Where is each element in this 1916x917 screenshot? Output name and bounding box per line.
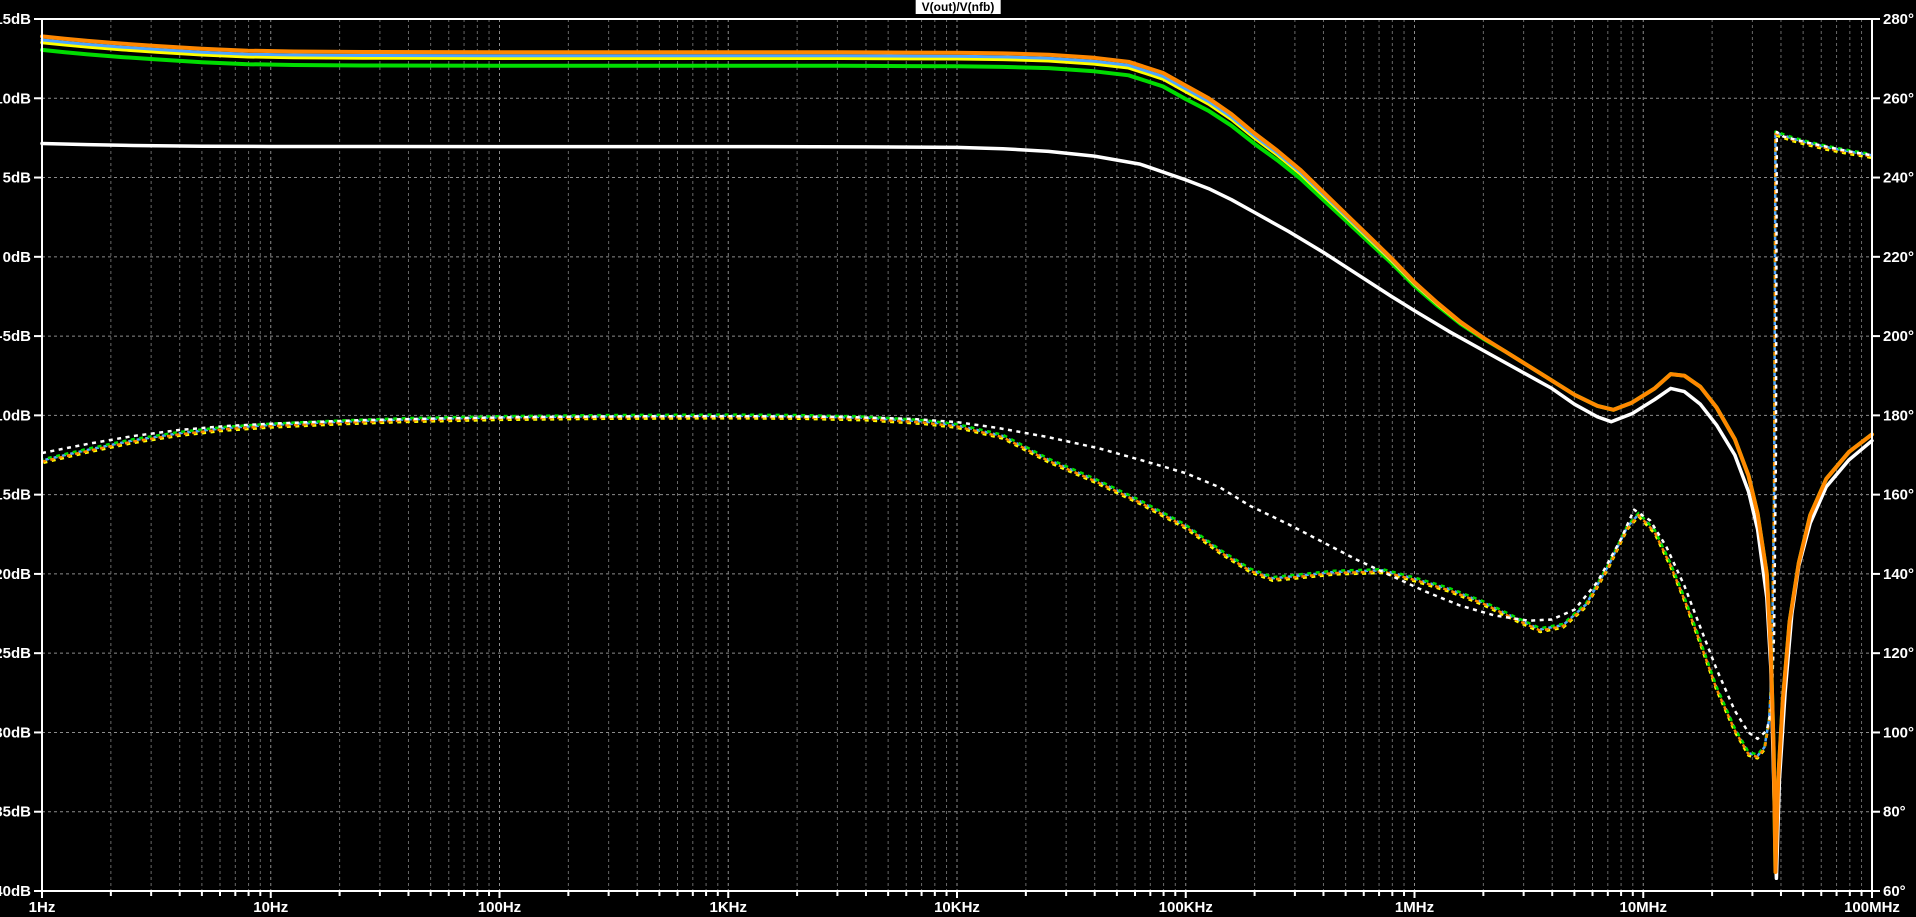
- y-left-label: 10dB: [0, 90, 31, 107]
- y-right-label: 260°: [1883, 90, 1914, 107]
- y-right-label: 180°: [1883, 407, 1914, 424]
- y-right-label: 80°: [1883, 804, 1906, 821]
- y-left-label: -25dB: [0, 645, 31, 662]
- x-axis-label: 100MHz: [1844, 899, 1900, 916]
- bode-plot: 15dB 10dB 5dB 0dB -5dB -10dB -15dB -20dB -25dB -3…: [0, 0, 1916, 917]
- y-right-label: 140°: [1883, 566, 1914, 583]
- pane-title[interactable]: V(out)/V(nfb): [915, 0, 1001, 14]
- y-right-label: 160°: [1883, 487, 1914, 504]
- y-right-label: 240°: [1883, 170, 1914, 187]
- y-right-label: 200°: [1883, 328, 1914, 345]
- y-right-label: 280°: [1883, 11, 1914, 28]
- y-left-label: 0dB: [3, 249, 32, 266]
- x-axis-label: 10KHz: [934, 899, 980, 916]
- y-right-label: 100°: [1883, 724, 1914, 741]
- y-left-label: -10dB: [0, 407, 31, 424]
- y-left-label: -30dB: [0, 724, 31, 741]
- x-axis-label: 100Hz: [478, 899, 521, 916]
- y-left-label: -15dB: [0, 487, 31, 504]
- y-left-label: 15dB: [0, 11, 31, 28]
- x-axis-label: 1KHz: [709, 899, 747, 916]
- y-left-label: -5dB: [0, 328, 31, 345]
- x-axis-label: 10MHz: [1619, 899, 1667, 916]
- waveform-viewer-pane: V(out)/V(nfb) 15dB 10dB 5dB 0dB -5dB -10dB -15…: [0, 0, 1916, 917]
- x-axis-label: 10Hz: [253, 899, 288, 916]
- y-right-label: 60°: [1883, 883, 1906, 900]
- y-right-label: 220°: [1883, 249, 1914, 266]
- x-axis-label: 1MHz: [1395, 899, 1434, 916]
- y-right-label: 120°: [1883, 645, 1914, 662]
- y-left-label: 5dB: [3, 170, 32, 187]
- plot-background: [0, 0, 1916, 917]
- y-left-label: -20dB: [0, 566, 31, 583]
- x-axis-label: 1Hz: [29, 899, 56, 916]
- y-left-label: -40dB: [0, 883, 31, 900]
- x-axis-label: 100KHz: [1159, 899, 1213, 916]
- y-left-label: -35dB: [0, 804, 31, 821]
